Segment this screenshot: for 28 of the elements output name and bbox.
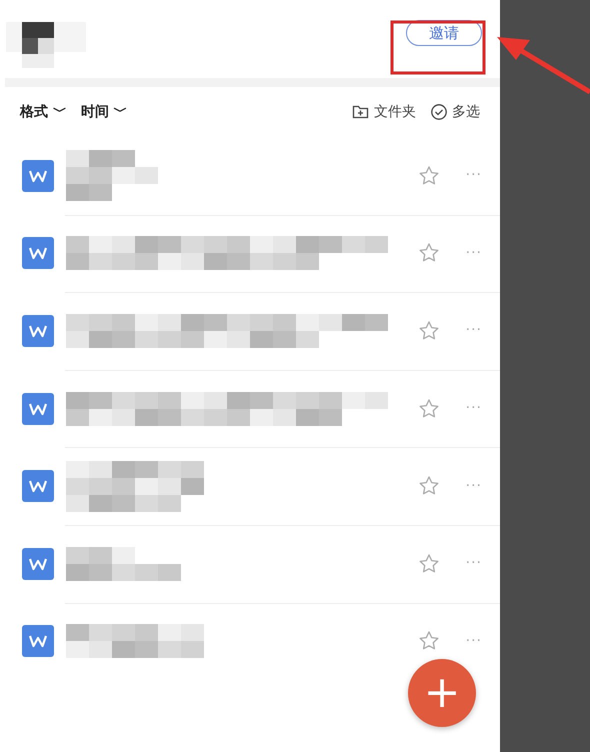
more-button[interactable]: ··· xyxy=(466,630,482,652)
document-icon xyxy=(22,160,54,192)
document-icon xyxy=(22,392,54,425)
document-icon xyxy=(22,548,54,580)
star-icon[interactable] xyxy=(418,164,440,187)
add-button[interactable]: + xyxy=(408,659,476,727)
star-icon[interactable] xyxy=(418,242,440,264)
star-icon[interactable] xyxy=(418,552,440,575)
document-icon xyxy=(22,237,54,270)
filter-dropdown[interactable]: 时间 ﹀ xyxy=(80,102,128,122)
more-button[interactable]: ··· xyxy=(466,165,482,186)
more-button[interactable]: ··· xyxy=(466,553,482,574)
check-circle-icon xyxy=(430,103,448,121)
document-icon xyxy=(22,314,54,347)
more-button[interactable]: ··· xyxy=(466,476,482,497)
document-icon xyxy=(22,470,54,502)
more-button[interactable]: ··· xyxy=(466,320,482,342)
multiselect-button[interactable]: 多选 xyxy=(430,102,480,122)
folder-button[interactable]: 文件夹 xyxy=(352,102,416,122)
folder-plus-icon xyxy=(352,103,370,121)
star-icon[interactable] xyxy=(418,398,440,420)
filter-dropdown[interactable]: 格式 ﹀ xyxy=(20,102,67,122)
document-icon xyxy=(22,625,54,658)
star-icon[interactable] xyxy=(418,475,440,498)
more-button[interactable]: ··· xyxy=(466,242,482,264)
star-icon[interactable] xyxy=(418,630,440,652)
star-icon[interactable] xyxy=(418,320,440,342)
more-button[interactable]: ··· xyxy=(466,398,482,420)
